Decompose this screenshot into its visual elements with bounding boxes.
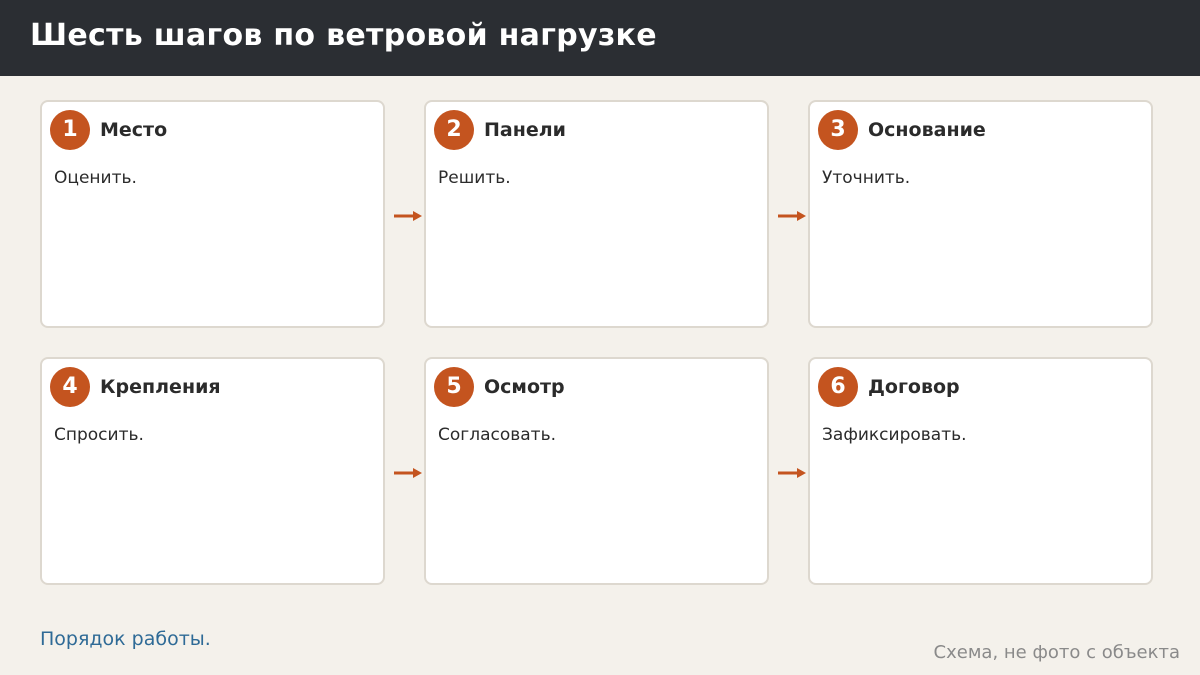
step-number-badge: 1 <box>50 110 90 150</box>
step-title: Договор <box>868 376 960 398</box>
step-card-4: 4 Крепления Спросить. <box>40 357 385 585</box>
arrow-right-icon <box>394 468 422 478</box>
step-number-badge: 4 <box>50 367 90 407</box>
step-card-3: 3 Основание Уточнить. <box>808 100 1153 328</box>
footer-note: Схема, не фото с объекта <box>933 642 1180 663</box>
step-title: Крепления <box>100 376 221 398</box>
step-title: Панели <box>484 119 566 141</box>
step-title: Осмотр <box>484 376 565 398</box>
step-text: Зафиксировать. <box>822 425 967 445</box>
step-card-6: 6 Договор Зафиксировать. <box>808 357 1153 585</box>
arrow-right-icon <box>394 211 422 221</box>
step-text: Согласовать. <box>438 425 556 445</box>
page-title: Шесть шагов по ветровой нагрузке <box>30 18 657 53</box>
step-number-badge: 2 <box>434 110 474 150</box>
step-text: Уточнить. <box>822 168 911 188</box>
step-number-badge: 5 <box>434 367 474 407</box>
arrow-right-icon <box>778 211 806 221</box>
step-card-1: 1 Место Оценить. <box>40 100 385 328</box>
step-title: Основание <box>868 119 986 141</box>
step-title: Место <box>100 119 168 141</box>
arrow-right-icon <box>778 468 806 478</box>
step-number-badge: 3 <box>818 110 858 150</box>
step-card-5: 5 Осмотр Согласовать. <box>424 357 769 585</box>
step-text: Спросить. <box>54 425 144 445</box>
step-card-2: 2 Панели Решить. <box>424 100 769 328</box>
procedure-link[interactable]: Порядок работы. <box>40 628 211 650</box>
step-text: Оценить. <box>54 168 137 188</box>
step-text: Решить. <box>438 168 511 188</box>
step-number-badge: 6 <box>818 367 858 407</box>
header-bar: Шесть шагов по ветровой нагрузке <box>0 0 1200 76</box>
